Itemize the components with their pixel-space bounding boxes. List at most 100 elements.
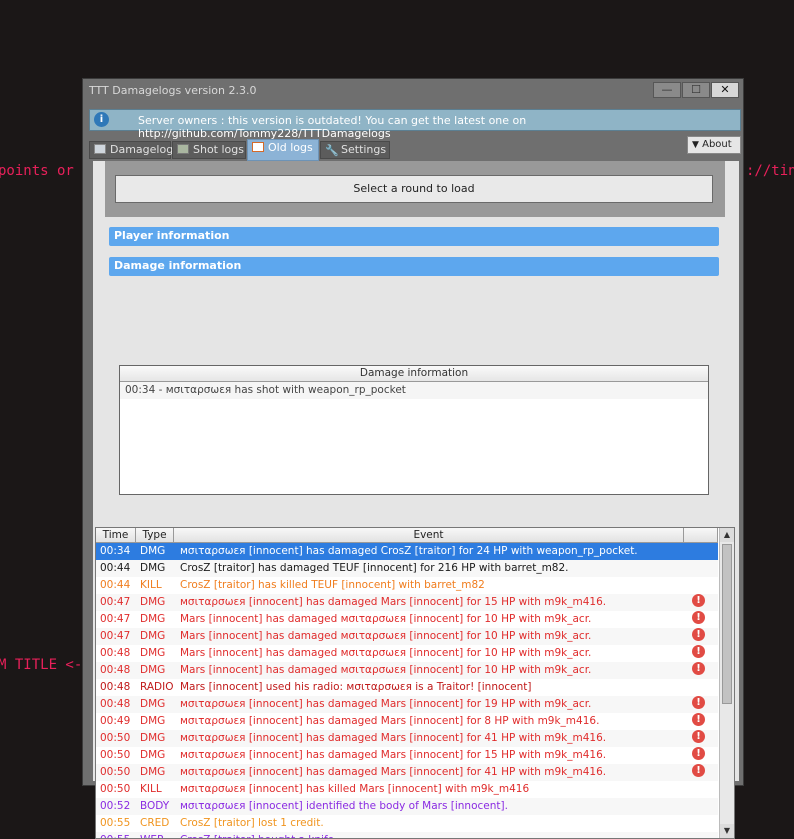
warning-icon: ! <box>692 764 705 777</box>
log-time: 00:55 <box>100 832 130 838</box>
log-row[interactable]: 00:34 DMG мσιταρσωεя [innocent] has damage… <box>96 543 718 560</box>
warning-icon: ! <box>692 628 705 641</box>
log-row[interactable]: 00:44 KILL CrosZ [traitor] has killed TEUF… <box>96 577 718 594</box>
title-bar[interactable]: TTT Damagelogs version 2.3.0 — ☐ ✕ <box>83 79 743 103</box>
notice-text: Server owners : this version is outdated… <box>138 114 527 140</box>
log-event: мσιταρσωεя [innocent] has killed Mars [i… <box>180 783 530 795</box>
window-title: TTT Damagelogs version 2.3.0 <box>89 84 257 97</box>
log-type: WEP <box>140 832 163 838</box>
close-button[interactable]: ✕ <box>711 82 739 98</box>
log-event: CrosZ [traitor] has damaged TEUF [innoce… <box>180 562 569 574</box>
about-button[interactable]: ▼ About <box>687 136 741 154</box>
minimize-button[interactable]: — <box>653 82 681 98</box>
tab-settings[interactable]: 🔧 Settings <box>320 141 390 159</box>
tab-label: Damagelog <box>110 143 174 156</box>
tab-label: Shot logs <box>193 143 244 156</box>
outdated-notice: i Server owners : this version is outdat… <box>89 109 741 140</box>
log-row[interactable]: 00:47 DMG Mars [innocent] has damaged мσιτ… <box>96 628 718 645</box>
log-row[interactable]: 00:55 WEP CrosZ [traitor] bought a knife <box>96 832 718 838</box>
log-event: мσιταρσωεя [innocent] identified the bod… <box>180 800 508 812</box>
maximize-button[interactable]: ☐ <box>682 82 710 98</box>
log-time: 00:52 <box>100 800 131 812</box>
scroll-down-icon[interactable]: ▼ <box>720 824 734 838</box>
damage-information-table: Damage information 00:34 - мσιταρσωεя ha… <box>119 365 709 495</box>
tab-label: Old logs <box>268 141 313 154</box>
log-scrollbar[interactable]: ▲ ▼ <box>719 528 734 838</box>
log-type: KILL <box>140 579 162 591</box>
log-row[interactable]: 00:55 CRED CrosZ [traitor] lost 1 credit. <box>96 815 718 832</box>
log-time: 00:49 <box>100 715 131 727</box>
log-row[interactable]: 00:49 DMG мσιταρσωεя [innocent] has damage… <box>96 713 718 730</box>
calendar-icon <box>252 142 264 152</box>
log-time: 00:44 <box>100 562 131 574</box>
log-row[interactable]: 00:44 DMG CrosZ [traitor] has damaged TEUF… <box>96 560 718 577</box>
log-type: KILL <box>140 783 162 795</box>
log-type: BODY <box>140 800 170 812</box>
log-type: DMG <box>140 647 166 659</box>
log-header: Time Type Event <box>96 528 718 543</box>
log-event: CrosZ [traitor] bought a knife <box>180 832 334 838</box>
log-row[interactable]: 00:48 RADIO Mars [innocent] used his radio… <box>96 679 718 696</box>
player-information-header[interactable]: Player information <box>109 227 719 246</box>
log-time: 00:48 <box>100 664 131 676</box>
log-event: Mars [innocent] has damaged мσιταρσωεя [… <box>180 613 592 625</box>
tab-label: Settings <box>341 143 387 156</box>
log-type: RADIO <box>140 681 174 693</box>
log-event: CrosZ [traitor] lost 1 credit. <box>180 817 324 829</box>
log-row[interactable]: 00:50 KILL мσιταρσωεя [innocent] has kille… <box>96 781 718 798</box>
log-time: 00:50 <box>100 783 131 795</box>
wrench-icon: 🔧 <box>325 144 339 157</box>
tab-shot-logs[interactable]: Shot logs <box>172 141 246 159</box>
column-event[interactable]: Event <box>174 528 684 542</box>
column-time[interactable]: Time <box>96 528 136 542</box>
image-icon <box>177 144 189 154</box>
log-event: Mars [innocent] used his radio: мσιταρσω… <box>180 681 532 693</box>
log-event: Mars [innocent] has damaged мσιταρσωεя [… <box>180 664 592 676</box>
damage-information-column: Damage information <box>120 366 708 382</box>
log-row[interactable]: 00:48 DMG Mars [innocent] has damaged мσιτ… <box>96 645 718 662</box>
log-row[interactable]: 00:47 DMG мσιταρσωεя [innocent] has damage… <box>96 594 718 611</box>
damage-information-header[interactable]: Damage information <box>109 257 719 276</box>
column-extra <box>684 528 718 542</box>
background-text-left: points or a <box>0 163 91 179</box>
log-event: мσιταρσωεя [innocent] has damaged Mars [… <box>180 749 607 761</box>
log-event: Mars [innocent] has damaged мσιταρσωεя [… <box>180 630 592 642</box>
log-type: DMG <box>140 613 166 625</box>
log-time: 00:50 <box>100 732 131 744</box>
log-row[interactable]: 00:50 DMG мσιταρσωεя [innocent] has damage… <box>96 764 718 781</box>
scroll-up-icon[interactable]: ▲ <box>720 528 734 542</box>
log-time: 00:34 <box>100 545 131 557</box>
log-type: DMG <box>140 698 166 710</box>
log-row[interactable]: 00:50 DMG мσιταρσωεя [innocent] has damage… <box>96 747 718 764</box>
background-text-bottom-left: M TITLE <- <box>0 657 83 673</box>
scroll-thumb[interactable] <box>722 544 732 704</box>
log-row[interactable]: 00:50 DMG мσιταρσωεя [innocent] has damage… <box>96 730 718 747</box>
column-type[interactable]: Type <box>136 528 174 542</box>
log-event: мσιταρσωεя [innocent] has damaged Mars [… <box>180 596 607 608</box>
log-type: DMG <box>140 545 166 557</box>
log-time: 00:48 <box>100 698 131 710</box>
warning-icon: ! <box>692 747 705 760</box>
log-type: DMG <box>140 715 166 727</box>
log-row[interactable]: 00:52 BODY мσιταρσωεя [innocent] identifie… <box>96 798 718 815</box>
log-type: CRED <box>140 817 170 829</box>
log-event: мσιταρσωεя [innocent] has damaged Mars [… <box>180 732 607 744</box>
damage-information-row[interactable]: 00:34 - мσιταρσωεя has shot with weapon_… <box>120 382 708 399</box>
log-event: мσιταρσωεя [innocent] has damaged Mars [… <box>180 698 592 710</box>
warning-icon: ! <box>692 594 705 607</box>
log-rows: 00:34 DMG мσιταρσωεя [innocent] has damage… <box>96 543 718 838</box>
log-type: DMG <box>140 596 166 608</box>
log-time: 00:47 <box>100 630 131 642</box>
log-row[interactable]: 00:47 DMG Mars [innocent] has damaged мσιτ… <box>96 611 718 628</box>
tab-old-logs[interactable]: Old logs <box>247 139 319 161</box>
log-time: 00:44 <box>100 579 131 591</box>
warning-icon: ! <box>692 611 705 624</box>
log-row[interactable]: 00:48 DMG Mars [innocent] has damaged мσιτ… <box>96 662 718 679</box>
warning-icon: ! <box>692 662 705 675</box>
log-event: CrosZ [traitor] has killed TEUF [innocen… <box>180 579 485 591</box>
round-select-area: Select a round to load <box>105 161 725 217</box>
log-row[interactable]: 00:48 DMG мσιταρσωεя [innocent] has damage… <box>96 696 718 713</box>
tab-damagelog[interactable]: Damagelog <box>89 141 174 159</box>
log-event: мσιταρσωεя [innocent] has damaged CrosZ … <box>180 545 638 557</box>
select-round-button[interactable]: Select a round to load <box>115 175 713 203</box>
